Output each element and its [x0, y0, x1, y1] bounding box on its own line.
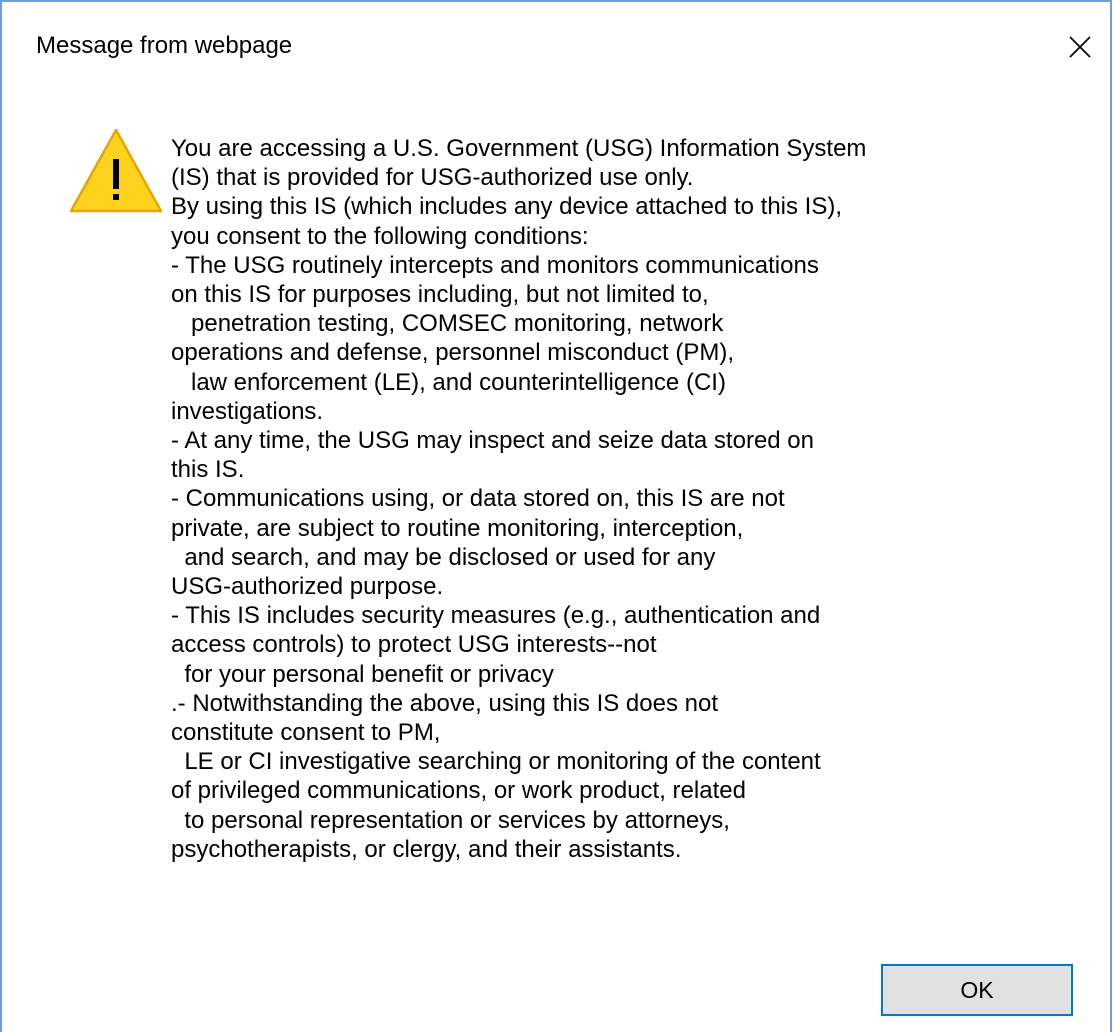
message-line: private, are subject to routine monitori… [171, 514, 744, 542]
message-line: - Communications using, or data stored o… [171, 485, 785, 513]
message-line: this IS. [171, 456, 245, 484]
message-line: .- Notwithstanding the above, using this… [171, 689, 718, 717]
message-line: By using this IS (which includes any dev… [171, 193, 843, 221]
message-line: constitute consent to PM, [171, 719, 441, 747]
message-text: You are accessing a U.S. Government (USG… [171, 134, 1071, 864]
message-line: on this IS for purposes including, but n… [171, 281, 709, 309]
message-line: access controls) to protect USG interest… [171, 631, 657, 659]
message-line: you consent to the following conditions: [171, 222, 589, 250]
message-line: LE or CI investigative searching or moni… [171, 748, 821, 776]
message-line: operations and defense, personnel miscon… [171, 339, 734, 367]
message-line: - This IS includes security measures (e.… [171, 602, 821, 630]
message-line: psychotherapists, or clergy, and their a… [171, 835, 682, 863]
dialog-title: Message from webpage [36, 32, 293, 59]
close-button[interactable] [1057, 24, 1103, 70]
message-line: You are accessing a U.S. Government (USG… [171, 135, 867, 162]
ok-button[interactable]: OK [881, 964, 1073, 1016]
message-line: law enforcement (LE), and counterintelli… [171, 368, 726, 396]
message-line: - The USG routinely intercepts and monit… [171, 251, 819, 279]
message-line: penetration testing, COMSEC monitoring, … [171, 310, 724, 338]
message-line: for your personal benefit or privacy [171, 660, 554, 688]
ok-button-label: OK [960, 976, 994, 1003]
close-icon [1069, 36, 1091, 58]
warning-icon [69, 128, 163, 213]
message-line: (IS) that is provided for USG-authorized… [171, 164, 694, 192]
message-line: - At any time, the USG may inspect and s… [171, 427, 814, 455]
message-line: of privileged communications, or work pr… [171, 777, 746, 805]
message-dialog: Message from webpage You are accessing a… [0, 0, 1112, 1032]
message-line: USG-authorized purpose. [171, 573, 444, 601]
message-line: and search, and may be disclosed or used… [171, 543, 716, 571]
message-line: to personal representation or services b… [171, 806, 730, 834]
message-line: investigations. [171, 397, 324, 425]
